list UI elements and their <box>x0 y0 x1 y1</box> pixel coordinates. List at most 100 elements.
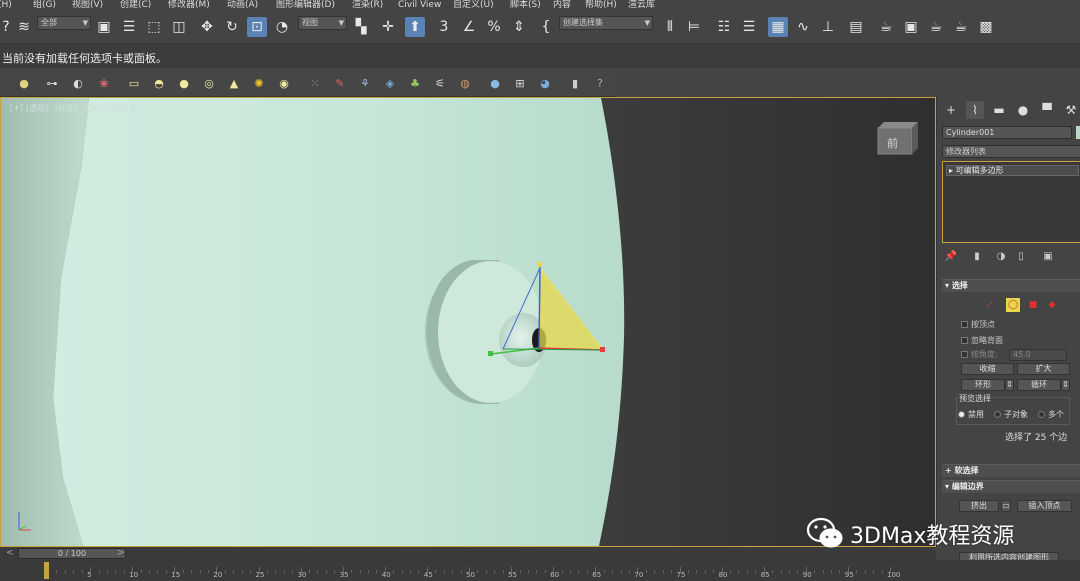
pin-stack-icon[interactable]: 📌 <box>944 249 958 263</box>
edit-edges-rollout-header[interactable]: ▾ 编辑边界 <box>942 480 1080 493</box>
box-primitive-icon[interactable]: ▭ <box>126 75 142 91</box>
motion-tab-icon[interactable]: ● <box>1014 101 1032 119</box>
menu-item-animation[interactable]: 动画(A) <box>227 0 258 11</box>
snaps-toggle-icon[interactable]: 3 <box>434 17 454 37</box>
help-icon[interactable]: ? <box>592 75 608 91</box>
make-unique-icon[interactable]: ◑ <box>994 249 1008 263</box>
render-cloud-icon[interactable]: ▩ <box>976 17 996 37</box>
panel-icon[interactable]: ▮ <box>567 75 583 91</box>
brush-icon[interactable]: ✎ <box>332 75 348 91</box>
cone-icon[interactable]: ▲ <box>226 75 242 91</box>
menu-item-rendering[interactable]: 渲染(R) <box>352 0 383 11</box>
pivot-center-icon[interactable]: ▚ <box>351 17 371 37</box>
hierarchy-tab-icon[interactable]: ▬ <box>990 101 1008 119</box>
perspective-viewport[interactable]: 前 [+] [透视] [标准] [默认明暗处理] <box>0 97 936 547</box>
preview-subobject-radio[interactable]: 子对象 <box>994 409 1028 420</box>
selection-filter-dropdown[interactable]: 全部 ▼ <box>37 16 91 30</box>
tree-icon[interactable]: ⚘ <box>357 75 373 91</box>
effects-icon[interactable]: ◕ <box>537 75 553 91</box>
align-icon[interactable]: ⊨ <box>684 17 704 37</box>
menu-item-edit[interactable]: (H) <box>0 0 12 11</box>
modifier-list-dropdown[interactable]: 修改器列表 <box>942 145 1080 158</box>
shrink-button[interactable]: 收缩 <box>961 363 1014 375</box>
menu-item-graph-editors[interactable]: 图形编辑器(D) <box>276 0 335 11</box>
viewport-menu-plus[interactable]: [+] <box>10 103 23 112</box>
menu-item-help[interactable]: 帮助(H) <box>585 0 617 11</box>
placement-icon[interactable]: ◔ <box>272 17 292 37</box>
display-tab-icon[interactable]: ▀ <box>1038 101 1056 119</box>
sphere-icon[interactable]: ● <box>176 75 192 91</box>
menu-item-modifiers[interactable]: 修改器(M) <box>168 0 210 11</box>
extrude-button[interactable]: 挤出 <box>959 500 999 512</box>
edge-mode-icon[interactable]: ⟋ <box>983 298 997 312</box>
ignore-backfacing-checkbox[interactable]: 忽略背面 <box>961 335 1003 346</box>
material-editor-icon[interactable]: ▤ <box>846 17 866 37</box>
render-region-icon[interactable]: ⊞ <box>512 75 528 91</box>
ring-spinner[interactable]: ⇕ <box>1005 379 1014 391</box>
menu-item-group[interactable]: 组(G) <box>33 0 56 11</box>
angle-value-spinner[interactable]: 45.0 <box>1009 349 1067 361</box>
environment-icon[interactable]: ● <box>487 75 503 91</box>
menu-item-create[interactable]: 创建(C) <box>120 0 151 11</box>
reference-coordinate-dropdown[interactable]: 视图 ▼ <box>298 16 347 30</box>
mirror-icon[interactable]: ⫴ <box>660 17 680 37</box>
bind-spacewarp-icon[interactable]: ≋ <box>14 17 34 37</box>
hemisphere-icon[interactable]: ◓ <box>151 75 167 91</box>
time-prev-icon[interactable]: < <box>6 548 14 558</box>
element-mode-icon[interactable]: ◆ <box>1045 298 1059 312</box>
grow-button[interactable]: 扩大 <box>1017 363 1070 375</box>
show-end-result-icon[interactable]: ▮ <box>970 249 984 263</box>
menu-item-content[interactable]: 内容 <box>553 0 571 11</box>
rotate-icon[interactable]: ↻ <box>222 17 242 37</box>
time-playhead[interactable] <box>44 562 49 579</box>
menu-item-civil-view[interactable]: Civil View <box>398 0 441 11</box>
keyboard-shortcut-icon[interactable]: ⬆ <box>405 17 425 37</box>
modify-tab-icon[interactable]: ⌇ <box>966 101 984 119</box>
move-icon[interactable]: ✥ <box>197 17 217 37</box>
percent-snap-icon[interactable]: % <box>484 17 504 37</box>
viewport-shading-label[interactable]: [默认明暗处理] <box>86 103 140 114</box>
named-selection-dropdown[interactable]: 创建选择集 ▼ <box>559 16 653 30</box>
particles-icon[interactable]: ⁙ <box>307 75 323 91</box>
selection-rollout-header[interactable]: ▾ 选择 <box>942 279 1080 292</box>
border-mode-icon[interactable]: ◯ <box>1006 298 1020 312</box>
menu-item-view[interactable]: 视图(V) <box>72 0 103 11</box>
globe-icon[interactable]: ◈ <box>382 75 398 91</box>
viewport-pov-label[interactable]: [透视] <box>26 103 48 114</box>
select-manipulate-icon[interactable]: ✛ <box>378 17 398 37</box>
track-bar[interactable]: 5 10 15 20 25 30 35 40 45 50 55 60 65 70 75 80 85 90 95 100 <box>0 560 1080 581</box>
create-light-icon[interactable]: ● <box>16 75 32 91</box>
render-setup-icon[interactable]: ☕ <box>876 17 896 37</box>
menu-item-customize[interactable]: 自定义(U) <box>453 0 494 11</box>
rendered-frame-icon[interactable]: ▣ <box>901 17 921 37</box>
toggle-ribbon-icon[interactable]: ▦ <box>768 17 788 37</box>
polygon-mode-icon[interactable]: ■ <box>1026 298 1040 312</box>
object-name-field[interactable]: Cylinder001 <box>942 126 1072 139</box>
vertex-mode-icon[interactable]: · <box>961 298 975 312</box>
geosphere-icon[interactable]: ◉ <box>276 75 292 91</box>
loop-button[interactable]: 循环 <box>1017 379 1061 391</box>
by-angle-checkbox[interactable]: 按角度: <box>961 349 998 360</box>
soft-selection-rollout-header[interactable]: + 软选择 <box>942 464 1080 477</box>
torus-icon[interactable]: ◎ <box>201 75 217 91</box>
extrude-settings-button[interactable]: ▭ <box>1001 500 1011 512</box>
render-production-icon[interactable]: ☕ <box>926 17 946 37</box>
helper-icon[interactable]: ◐ <box>70 75 86 91</box>
object-color-swatch[interactable] <box>1076 126 1080 139</box>
time-slider[interactable]: 0 / 100 <box>18 548 126 559</box>
edit-named-selection-icon[interactable]: { <box>536 17 556 37</box>
select-by-name-icon[interactable]: ☰ <box>119 17 139 37</box>
plant-icon[interactable]: ♣ <box>407 75 423 91</box>
sun-icon[interactable]: ✺ <box>251 75 267 91</box>
schematic-view-icon[interactable]: ⊥ <box>818 17 838 37</box>
spinner-snap-icon[interactable]: ⇕ <box>509 17 529 37</box>
layer-explorer-icon[interactable]: ☰ <box>739 17 759 37</box>
time-next-icon[interactable]: > <box>117 548 125 558</box>
create-tab-icon[interactable]: + <box>942 101 960 119</box>
select-object-icon[interactable]: ▣ <box>94 17 114 37</box>
spacewarp-icon[interactable]: ❀ <box>96 75 112 91</box>
cloth-icon[interactable]: ◍ <box>457 75 473 91</box>
rect-selection-icon[interactable]: ⬚ <box>144 17 164 37</box>
utilities-tab-icon[interactable]: ⚒ <box>1062 101 1080 119</box>
hair-icon[interactable]: ⚟ <box>432 75 448 91</box>
